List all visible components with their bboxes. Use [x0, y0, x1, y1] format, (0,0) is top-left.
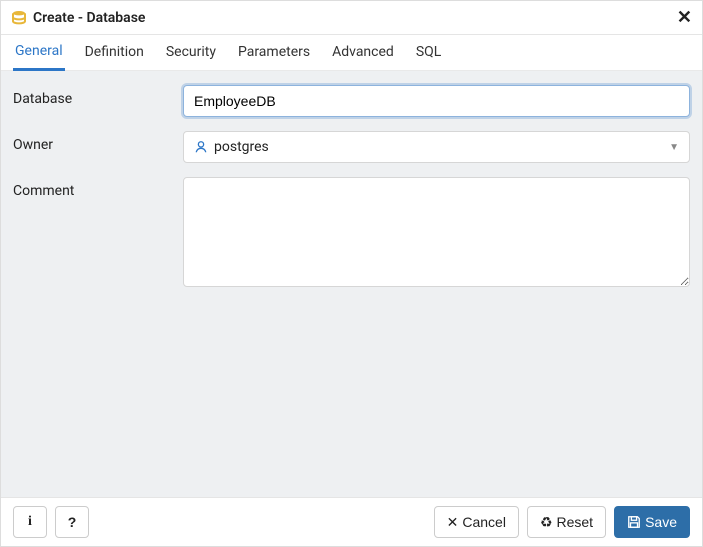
recycle-icon: ♻ [540, 514, 553, 531]
chevron-down-icon: ▼ [669, 142, 679, 153]
create-database-dialog: Create - Database ✕ General Definition S… [0, 0, 703, 547]
owner-value: postgres [214, 139, 269, 155]
save-button[interactable]: Save [614, 506, 690, 538]
owner-select[interactable]: postgres ▼ [183, 131, 690, 163]
reset-label: Reset [557, 514, 594, 530]
tab-advanced[interactable]: Advanced [330, 36, 396, 69]
database-row: Database [13, 85, 690, 117]
dialog-footer: i ? ✕ Cancel ♻ Reset Save [1, 497, 702, 546]
database-icon [11, 10, 27, 26]
tab-security[interactable]: Security [164, 36, 218, 69]
tab-sql[interactable]: SQL [414, 36, 443, 69]
database-input[interactable] [183, 85, 690, 117]
owner-row: Owner postgres ▼ [13, 131, 690, 163]
help-icon: ? [68, 514, 77, 530]
form-body: Database Owner postgres ▼ Co [1, 71, 702, 497]
tab-parameters[interactable]: Parameters [236, 36, 312, 69]
owner-label: Owner [13, 131, 183, 153]
reset-button[interactable]: ♻ Reset [527, 506, 606, 538]
comment-textarea[interactable] [183, 177, 690, 287]
tab-definition[interactable]: Definition [83, 36, 146, 69]
dialog-title: Create - Database [33, 10, 677, 26]
info-icon: i [28, 514, 32, 530]
close-x-icon: ✕ [447, 514, 459, 531]
database-label: Database [13, 85, 183, 107]
comment-label: Comment [13, 177, 183, 199]
tab-bar: General Definition Security Parameters A… [1, 35, 702, 71]
user-icon [194, 140, 208, 154]
save-label: Save [645, 514, 677, 530]
info-button[interactable]: i [13, 506, 47, 538]
cancel-label: Cancel [462, 514, 506, 530]
help-button[interactable]: ? [55, 506, 89, 538]
save-icon [627, 515, 641, 529]
close-icon[interactable]: ✕ [677, 7, 692, 28]
titlebar: Create - Database ✕ [1, 1, 702, 35]
tab-general[interactable]: General [13, 35, 65, 71]
comment-row: Comment [13, 177, 690, 291]
cancel-button[interactable]: ✕ Cancel [434, 506, 519, 538]
